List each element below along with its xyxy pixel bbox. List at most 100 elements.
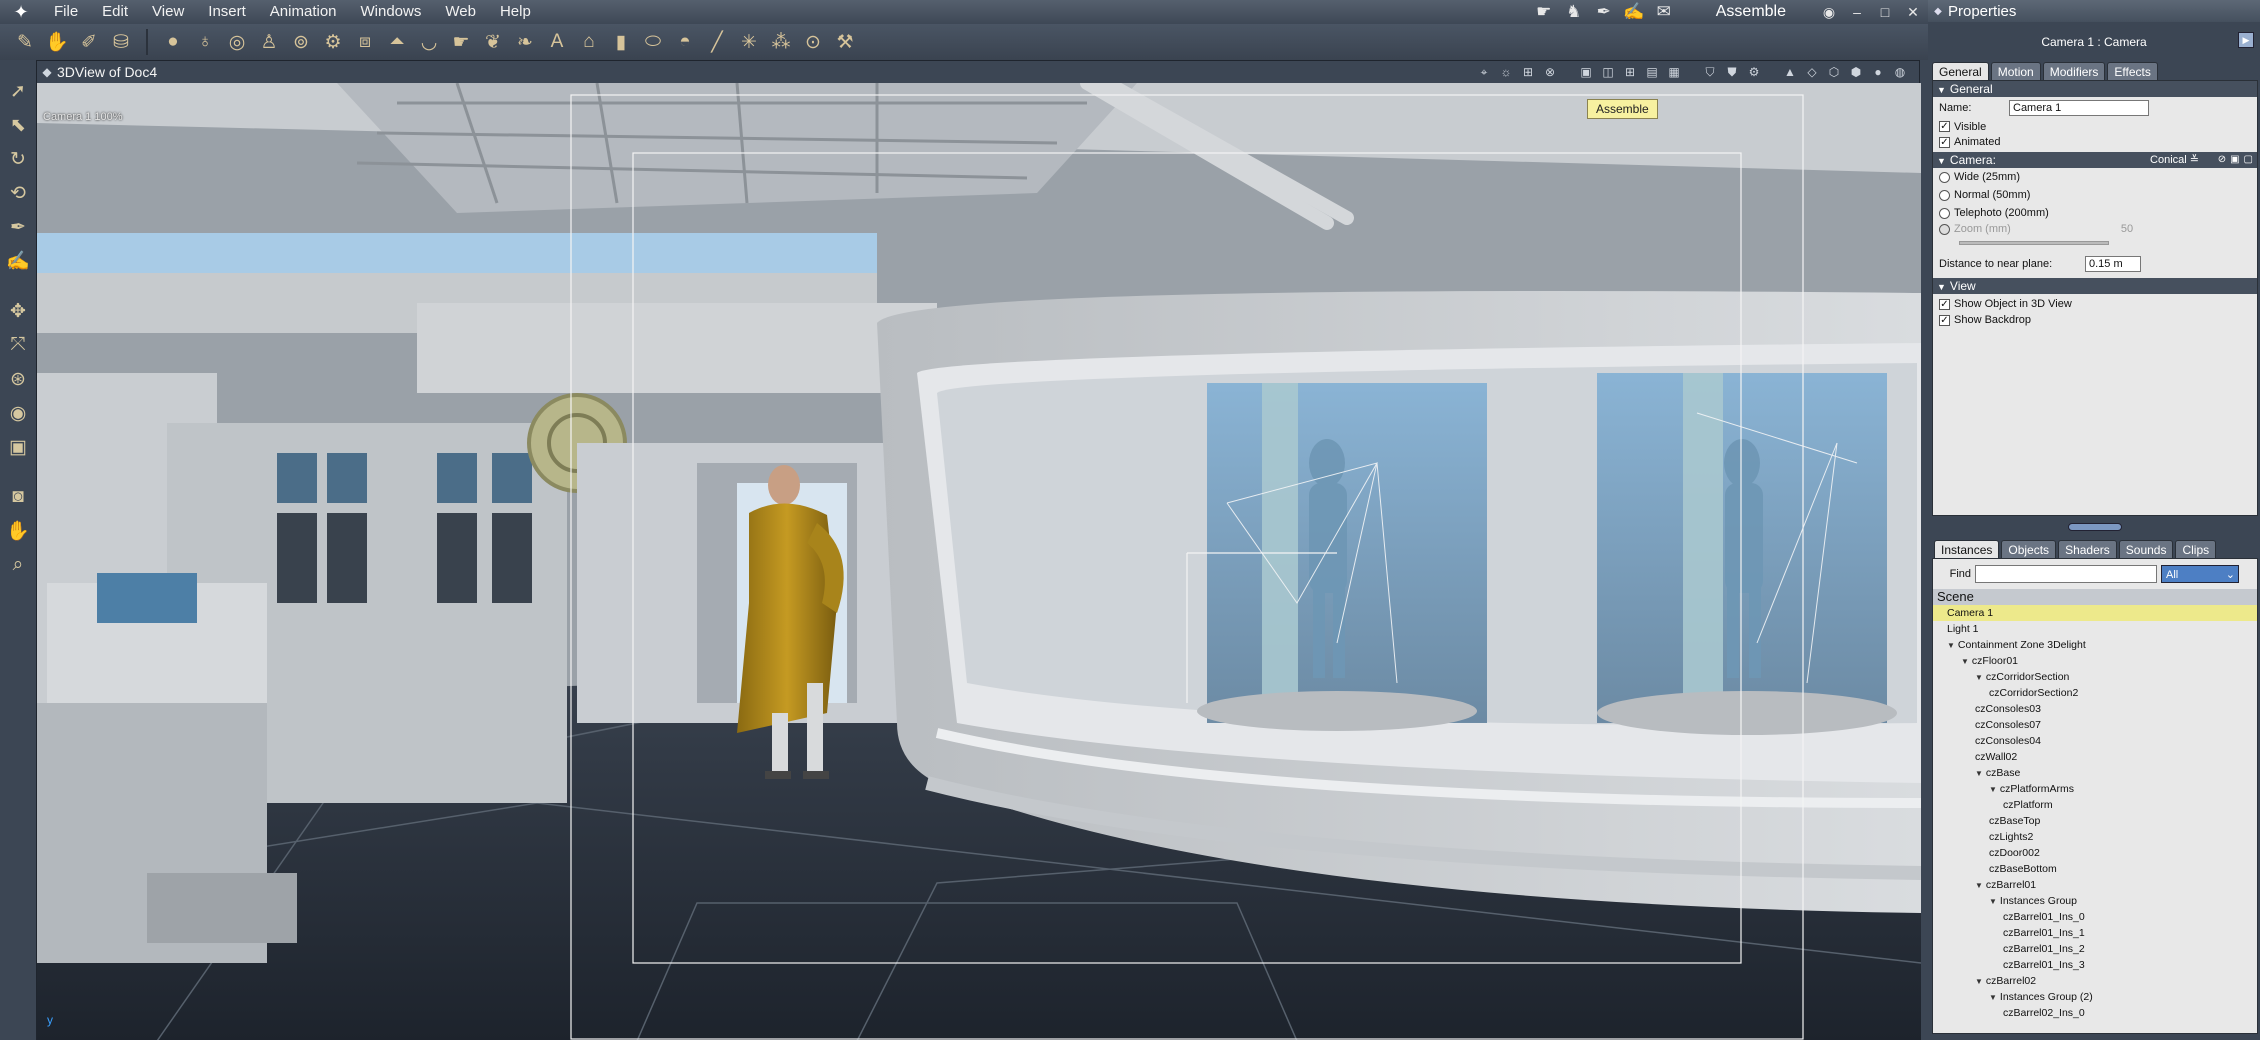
expand-toggle-icon[interactable]: ▼: [1975, 881, 1983, 890]
camera-select-icon[interactable]: ⌖: [1475, 64, 1493, 80]
lens-radio[interactable]: [1939, 171, 1950, 183]
light-select-icon[interactable]: ☼: [1497, 64, 1515, 80]
find-input[interactable]: [1975, 565, 2157, 583]
text-icon[interactable]: A: [542, 28, 572, 56]
brush-tool-icon[interactable]: ✒: [3, 212, 33, 242]
tree-root[interactable]: Scene: [1933, 589, 2257, 605]
tree-node[interactable]: czDoor002: [1933, 845, 2257, 861]
expand-toggle-icon[interactable]: ▼: [1975, 673, 1983, 682]
trackball-tool-icon[interactable]: ◉: [3, 398, 33, 428]
pose-icon[interactable]: ♞: [1562, 2, 1586, 22]
tree-node[interactable]: czBarrel01_Ins_2: [1933, 941, 2257, 957]
tree-node[interactable]: ▼ czFloor01: [1933, 653, 2257, 669]
lens-option[interactable]: Telephoto (200mm): [1933, 204, 2257, 222]
visible-row[interactable]: ✓ Visible: [1933, 119, 2257, 134]
plant-icon[interactable]: ❦: [478, 28, 508, 56]
tree-node[interactable]: czBarrel01_Ins_0: [1933, 909, 2257, 925]
show-backdrop-row[interactable]: ✓ Show Backdrop: [1933, 312, 2257, 328]
box-tool-icon[interactable]: ▣: [3, 432, 33, 462]
view-section-header[interactable]: ▼ View: [1933, 278, 2257, 294]
cube-wire-icon[interactable]: ⬡: [1825, 64, 1843, 80]
tree-node[interactable]: czCorridorSection2: [1933, 685, 2257, 701]
wrench-icon[interactable]: ⚒: [830, 28, 860, 56]
expand-toggle-icon[interactable]: ▼: [1989, 897, 1997, 906]
menu-windows[interactable]: Windows: [349, 0, 434, 24]
tree-node[interactable]: ▼ Instances Group (2): [1933, 989, 2257, 1005]
show-object-checkbox[interactable]: ✓: [1939, 298, 1950, 310]
tab-shaders[interactable]: Shaders: [2058, 540, 2117, 558]
tree-node[interactable]: ▼ czBarrel01: [1933, 877, 2257, 893]
target-icon[interactable]: ⊙: [798, 28, 828, 56]
cylinder-icon[interactable]: ▮: [606, 28, 636, 56]
leaf-icon[interactable]: ❧: [510, 28, 540, 56]
grid-view-icon[interactable]: ▦: [1665, 64, 1683, 80]
tab-modifiers[interactable]: Modifiers: [2042, 62, 2106, 80]
stick-icon[interactable]: ╱: [702, 28, 732, 56]
tree-node[interactable]: czBaseBottom: [1933, 861, 2257, 877]
viewport-pin-icon[interactable]: ◆: [37, 65, 57, 79]
tab-sounds[interactable]: Sounds: [2118, 540, 2174, 558]
menu-help[interactable]: Help: [488, 0, 543, 24]
filter-select[interactable]: All ⌄: [2161, 565, 2239, 583]
scene-render[interactable]: Camera 1 100% y: [37, 83, 1921, 1040]
maximize-icon[interactable]: □: [1876, 4, 1894, 20]
hand-icon[interactable]: ☛: [1532, 2, 1556, 22]
projection-dropdown[interactable]: Conical ≚: [2150, 152, 2199, 168]
splitter-grip[interactable]: [2068, 523, 2122, 531]
cube-shaded-icon[interactable]: ⬢: [1847, 64, 1865, 80]
tree-node[interactable]: ▼ czBase: [1933, 765, 2257, 781]
general-section-header[interactable]: ▼ General: [1933, 81, 2257, 97]
hand-tool-icon[interactable]: ✋: [42, 28, 72, 56]
name-field[interactable]: [2009, 100, 2149, 116]
script-icon[interactable]: ✉: [1652, 2, 1676, 22]
paint-icon[interactable]: ✍: [1622, 2, 1646, 22]
orbit-tool-icon[interactable]: ⊛: [3, 364, 33, 394]
paint-tool-icon[interactable]: ✍: [3, 246, 33, 276]
panel-pin-icon[interactable]: ◆: [1928, 6, 1948, 17]
torus-icon[interactable]: ⊚: [286, 28, 316, 56]
layout-view-icon[interactable]: ▤: [1643, 64, 1661, 80]
tab-clips[interactable]: Clips: [2175, 540, 2217, 558]
pencil-tool-icon[interactable]: ✐: [74, 28, 104, 56]
tab-motion[interactable]: Motion: [1990, 62, 2041, 80]
tree-node[interactable]: czBarrel01_Ins_3: [1933, 957, 2257, 973]
near-plane-field[interactable]: [2085, 256, 2141, 272]
expand-toggle-icon[interactable]: ▼: [1975, 977, 1983, 986]
panel-menu-icon[interactable]: ▶: [2238, 32, 2254, 48]
expand-toggle-icon[interactable]: ▼: [1975, 769, 1983, 778]
camera-link-icon[interactable]: ⊘: [2218, 152, 2226, 168]
expand-toggle-icon[interactable]: ▼: [1961, 657, 1969, 666]
close-icon[interactable]: ✕: [1904, 4, 1922, 21]
cone-icon[interactable]: ▲: [1781, 64, 1799, 80]
menu-animation[interactable]: Animation: [258, 0, 349, 24]
hand-icon[interactable]: ☛: [446, 28, 476, 56]
figure-icon[interactable]: ♙: [254, 28, 284, 56]
animated-checkbox[interactable]: ✓: [1939, 136, 1950, 148]
menu-view[interactable]: View: [140, 0, 196, 24]
tab-instances[interactable]: Instances: [1934, 540, 2000, 558]
rotate-tool-icon[interactable]: ↻: [3, 144, 33, 174]
pan-hand-icon[interactable]: ✋: [3, 516, 33, 546]
camera-frame-icon[interactable]: ▣: [2230, 152, 2239, 168]
expand-toggle-icon[interactable]: ▼: [1947, 641, 1955, 650]
tree-node[interactable]: czConsoles03: [1933, 701, 2257, 717]
move-tool-icon[interactable]: ✥: [3, 296, 33, 326]
tree-node[interactable]: czWall02: [1933, 749, 2257, 765]
tree-node[interactable]: czBarrel02_Ins_0: [1933, 1005, 2257, 1021]
tree-node[interactable]: Light 1: [1933, 621, 2257, 637]
scale-tool-icon[interactable]: ⤧: [3, 330, 33, 360]
tree-node[interactable]: czLights2: [1933, 829, 2257, 845]
lens-option[interactable]: Wide (25mm): [1933, 168, 2257, 186]
quad-view-icon[interactable]: ⊞: [1621, 64, 1639, 80]
panel-splitter[interactable]: [1928, 520, 2260, 534]
tree-node[interactable]: ▼ Containment Zone 3Delight: [1933, 637, 2257, 653]
3d-viewport[interactable]: ◆ 3DView of Doc4 ⌖ ☼ ⊞ ⊗ ▣ ◫ ⊞ ▤ ▦ ⛉ ⛊ ⚙…: [36, 60, 1921, 1040]
app-logo-icon[interactable]: ✦: [0, 0, 42, 24]
show-object-row[interactable]: ✓ Show Object in 3D View: [1933, 296, 2257, 312]
tab-effects[interactable]: Effects: [2107, 62, 2158, 80]
eye-icon[interactable]: ◉: [1820, 4, 1838, 21]
menu-web[interactable]: Web: [433, 0, 488, 24]
lens-option[interactable]: Normal (50mm): [1933, 186, 2257, 204]
brush-icon[interactable]: ✒: [1592, 2, 1616, 22]
tab-objects[interactable]: Objects: [2001, 540, 2057, 558]
